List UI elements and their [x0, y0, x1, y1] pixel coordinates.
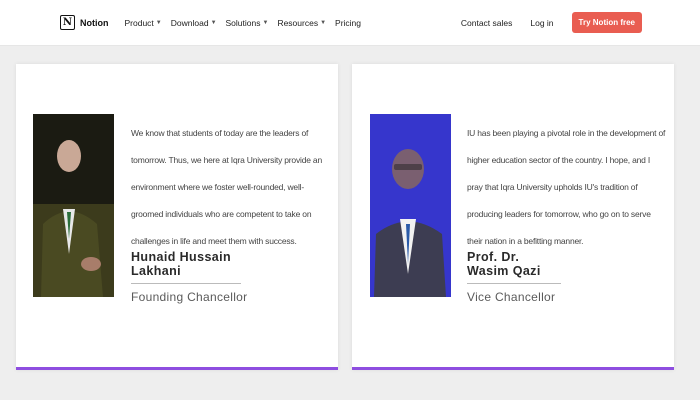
leader-photo [370, 114, 451, 297]
card-accent-bar [352, 367, 674, 370]
leader-title: Vice Chancellor [467, 290, 556, 304]
menu-item-resources[interactable]: Resources ▼ [277, 18, 326, 28]
contact-sales-link[interactable]: Contact sales [461, 18, 513, 28]
menu-item-download[interactable]: Download ▼ [171, 18, 217, 28]
nav-actions: Contact sales Log in Try Notion free [461, 12, 642, 33]
leader-name: Prof. Dr. Wasim Qazi [467, 250, 561, 284]
leader-name: Hunaid Hussain Lakhani [131, 250, 241, 284]
chevron-down-icon: ▼ [262, 19, 269, 26]
try-notion-free-button[interactable]: Try Notion free [571, 12, 642, 33]
top-nav: N Notion Product ▼ Download ▼ Solutions ▼ R… [0, 0, 700, 46]
leader-photo [33, 114, 114, 297]
card-accent-bar [16, 367, 338, 370]
menu-item-product[interactable]: Product ▼ [125, 18, 162, 28]
chevron-down-icon: ▼ [210, 19, 217, 26]
menu-item-solutions[interactable]: Solutions ▼ [226, 18, 269, 28]
menu-item-pricing[interactable]: Pricing [335, 18, 361, 28]
leader-card: IU has been playing a pivotal role in th… [352, 64, 674, 370]
leader-title: Founding Chancellor [131, 290, 248, 304]
login-link[interactable]: Log in [530, 18, 553, 28]
chevron-down-icon: ▼ [320, 19, 327, 26]
leader-quote: IU has been playing a pivotal role in th… [467, 128, 666, 246]
main-menu: Product ▼ Download ▼ Solutions ▼ Resources ▼… [125, 18, 362, 28]
brand-link[interactable]: N Notion [60, 15, 109, 30]
leader-card: We know that students of today are the l… [16, 64, 338, 370]
brand-name: Notion [80, 17, 109, 28]
chevron-down-icon: ▼ [155, 19, 162, 26]
notion-logo-icon: N [60, 15, 75, 30]
leader-quote: We know that students of today are the l… [131, 128, 322, 246]
